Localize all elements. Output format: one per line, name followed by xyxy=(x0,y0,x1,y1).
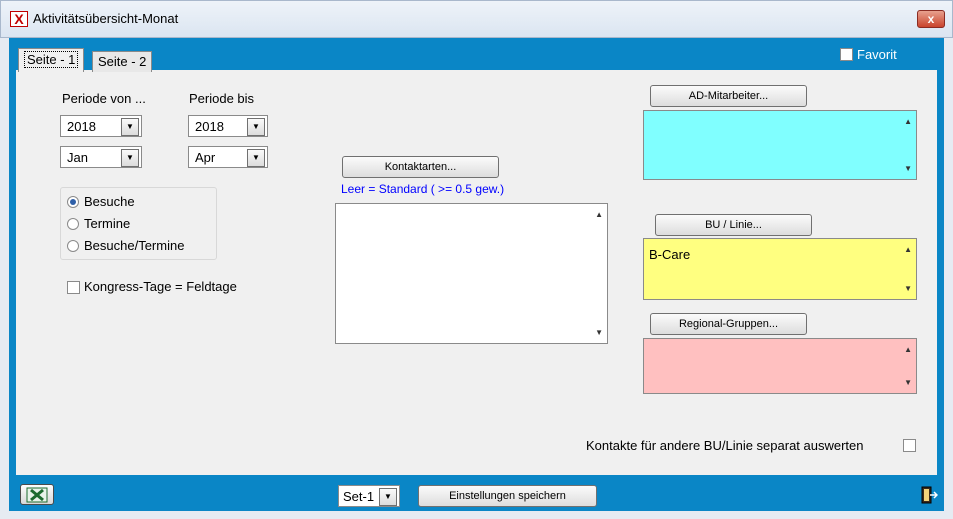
period-to-label: Periode bis xyxy=(189,91,255,106)
contact-types-hint: Leer = Standard ( >= 0.5 gew.) xyxy=(341,182,505,196)
period-to-year-select[interactable]: 2018 ▼ xyxy=(188,115,268,137)
dropdown-arrow-icon[interactable]: ▼ xyxy=(247,149,265,167)
exit-door-icon xyxy=(921,486,939,504)
selected-value: 2018 xyxy=(67,119,96,134)
period-from-year-select[interactable]: 2018 ▼ xyxy=(60,115,142,137)
radio-label-besuche: Besuche xyxy=(84,194,135,209)
separate-evaluation-checkbox[interactable] xyxy=(903,439,916,452)
scroll-up-icon[interactable]: ▲ xyxy=(595,210,603,219)
separate-evaluation-label: Kontakte für andere BU/Linie separat aus… xyxy=(586,438,864,453)
favorite-label: Favorit xyxy=(857,47,897,62)
scroll-down-icon[interactable]: ▼ xyxy=(904,378,912,387)
dropdown-arrow-icon[interactable]: ▼ xyxy=(121,149,139,167)
period-from-label: Periode von ... xyxy=(62,91,146,106)
scroll-up-icon[interactable]: ▲ xyxy=(904,245,912,254)
selected-value: Set-1 xyxy=(343,489,375,504)
scroll-up-icon[interactable]: ▲ xyxy=(904,117,912,126)
frame-side-right xyxy=(937,70,944,475)
congress-days-checkbox[interactable] xyxy=(67,281,80,294)
scroll-down-icon[interactable]: ▼ xyxy=(595,328,603,337)
exit-button[interactable] xyxy=(920,485,939,505)
excel-icon xyxy=(26,487,48,503)
tab-seite-2[interactable]: Seite - 2 xyxy=(92,51,153,72)
frame-side-left xyxy=(9,70,16,475)
favorite-checkbox[interactable] xyxy=(840,48,853,61)
selected-value: Jan xyxy=(67,150,88,165)
tab-label: Seite - 1 xyxy=(24,51,79,68)
radio-besuche-termine[interactable] xyxy=(67,240,79,252)
contact-types-list[interactable]: ▲ ▼ xyxy=(335,203,608,344)
selected-value: Apr xyxy=(195,150,216,165)
period-from-month-select[interactable]: Jan ▼ xyxy=(60,146,142,168)
scroll-up-icon[interactable]: ▲ xyxy=(904,345,912,354)
radio-label-besuche-termine: Besuche/Termine xyxy=(84,238,185,253)
window-border-left xyxy=(0,38,9,519)
excel-x-icon: X xyxy=(10,11,28,27)
regional-groups-button[interactable]: Regional-Gruppen... xyxy=(650,313,807,335)
radio-termine[interactable] xyxy=(67,218,79,230)
window-title: Aktivitätsübersicht-Monat xyxy=(33,11,179,26)
window-border-right xyxy=(944,38,953,519)
ad-staff-button[interactable]: AD-Mitarbeiter... xyxy=(650,85,807,107)
tab-seite-1[interactable]: Seite - 1 xyxy=(18,48,85,72)
contact-types-button[interactable]: Kontaktarten... xyxy=(342,156,499,178)
dropdown-arrow-icon[interactable]: ▼ xyxy=(121,118,139,136)
bu-line-button[interactable]: BU / Linie... xyxy=(655,214,812,236)
dropdown-arrow-icon[interactable]: ▼ xyxy=(379,488,397,506)
scroll-down-icon[interactable]: ▼ xyxy=(904,284,912,293)
window-border-bottom xyxy=(0,511,953,519)
regional-groups-list[interactable]: ▲ ▼ xyxy=(643,338,917,394)
ad-staff-list[interactable]: ▲ ▼ xyxy=(643,110,917,180)
excel-export-button[interactable] xyxy=(20,484,54,505)
bu-line-list[interactable]: B-Care ▲ ▼ xyxy=(643,238,917,300)
radio-label-termine: Termine xyxy=(84,216,131,231)
selected-value: 2018 xyxy=(195,119,224,134)
close-button[interactable]: x xyxy=(917,10,945,28)
bu-line-item[interactable]: B-Care xyxy=(649,247,690,262)
scroll-down-icon[interactable]: ▼ xyxy=(904,164,912,173)
save-settings-button[interactable]: Einstellungen speichern xyxy=(418,485,597,507)
radio-besuche[interactable] xyxy=(67,196,79,208)
tab-label: Seite - 2 xyxy=(98,54,147,69)
congress-days-label: Kongress-Tage = Feldtage xyxy=(84,279,237,294)
period-to-month-select[interactable]: Apr ▼ xyxy=(188,146,268,168)
dropdown-arrow-icon[interactable]: ▼ xyxy=(247,118,265,136)
set-select[interactable]: Set-1 ▼ xyxy=(338,485,400,507)
